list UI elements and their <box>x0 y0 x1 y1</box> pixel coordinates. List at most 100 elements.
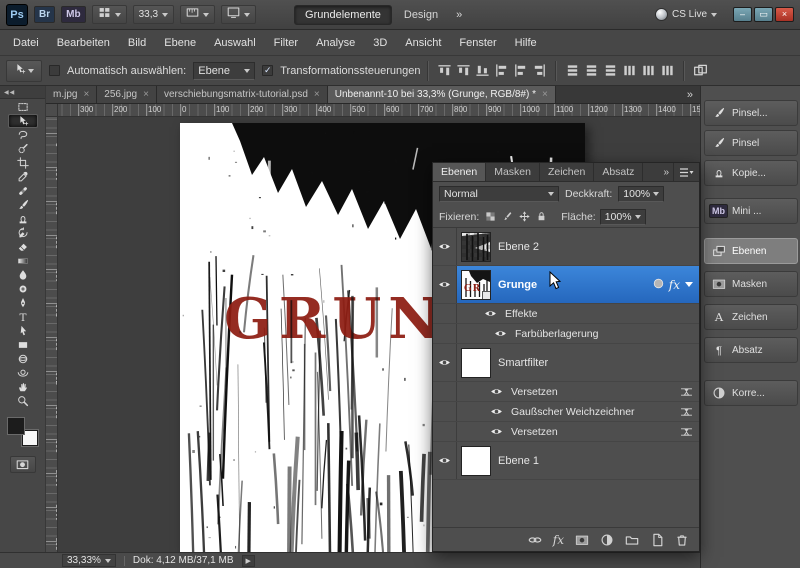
visibility-toggle[interactable] <box>433 344 457 381</box>
minimize-button[interactable]: – <box>733 7 752 22</box>
filter-blend-options-icon[interactable] <box>680 387 699 397</box>
visibility-toggle[interactable] <box>483 309 498 318</box>
menu-ansicht[interactable]: Ansicht <box>396 32 450 54</box>
dock-button-ebenen[interactable]: Ebenen <box>704 238 798 264</box>
menu-auswahl[interactable]: Auswahl <box>205 32 265 54</box>
collapse-effects-icon[interactable] <box>685 282 693 287</box>
dock-button-absatz[interactable]: ¶ Absatz <box>704 337 798 363</box>
visibility-toggle[interactable] <box>433 402 457 421</box>
layer-thumbnail[interactable] <box>461 347 491 378</box>
cs-live-button[interactable]: CS Live <box>651 8 721 21</box>
foreground-color-swatch[interactable] <box>7 418 24 434</box>
effect-name[interactable]: Farbüberlagerung <box>515 328 598 340</box>
layer-row-smartfilter[interactable]: Smartfilter <box>433 344 699 382</box>
layer-thumbnail[interactable] <box>461 231 491 262</box>
ruler-corner[interactable] <box>46 104 58 117</box>
visibility-toggle[interactable] <box>433 266 457 303</box>
delete-layer-icon[interactable] <box>675 533 689 547</box>
eraser-tool[interactable] <box>8 240 38 254</box>
dock-button-korre[interactable]: Korre... <box>704 380 798 406</box>
visibility-toggle[interactable] <box>493 329 508 338</box>
visibility-toggle[interactable] <box>489 407 504 416</box>
panel-tab-ebenen[interactable]: Ebenen <box>433 163 487 181</box>
fx-badge[interactable]: fx <box>669 278 680 292</box>
filter-name[interactable]: Versetzen <box>511 386 558 398</box>
layer-row-versetzen[interactable]: Versetzen <box>433 422 699 442</box>
dock-button-pinsel[interactable]: Pinsel <box>704 130 798 156</box>
filter-blend-options-icon[interactable] <box>680 427 699 437</box>
background-color-swatch[interactable] <box>21 430 38 446</box>
align-top-edges-icon[interactable] <box>435 62 453 79</box>
layer-row-effekte[interactable]: Effekte <box>433 304 699 324</box>
clone-stamp-tool[interactable] <box>8 212 38 226</box>
panel-tab-zeichen[interactable]: Zeichen <box>540 163 595 181</box>
layer-name[interactable]: Ebene 1 <box>498 455 539 467</box>
menu-fenster[interactable]: Fenster <box>450 32 505 54</box>
quick-mask-button[interactable] <box>9 456 36 473</box>
align-right-edges-icon[interactable] <box>530 62 548 79</box>
align-vertical-centers-icon[interactable] <box>454 62 472 79</box>
distribute-vertical-centers-icon[interactable] <box>582 62 600 79</box>
new-group-icon[interactable] <box>625 533 639 547</box>
rectangular-marquee-tool[interactable] <box>8 100 38 114</box>
layer-name[interactable]: Grunge <box>498 279 537 291</box>
layer-row-ebene-1[interactable]: Ebene 1 <box>433 442 699 480</box>
align-left-edges-icon[interactable] <box>492 62 510 79</box>
layer-row-grunge[interactable]: GR Grunge fx <box>433 266 699 304</box>
spot-healing-brush-tool[interactable] <box>8 184 38 198</box>
lock-position-icon[interactable] <box>517 209 532 224</box>
menu-ebene[interactable]: Ebene <box>155 32 205 54</box>
document-tab-verschiebungsmatrix-tutorial-psd[interactable]: verschiebungsmatrix-tutorial.psd × <box>156 86 328 103</box>
panel-tab-absatz[interactable]: Absatz <box>594 163 644 181</box>
lock-pixels-icon[interactable] <box>500 209 515 224</box>
document-tab-unbenannt-10-bei-33-3-grunge-rgb-8[interactable]: Unbenannt-10 bei 33,3% (Grunge, RGB/8#) … <box>327 86 556 103</box>
visibility-toggle[interactable] <box>433 442 457 479</box>
arrange-documents-button[interactable] <box>91 5 127 24</box>
distribute-right-edges-icon[interactable] <box>658 62 676 79</box>
new-layer-icon[interactable] <box>650 533 664 547</box>
visibility-toggle[interactable] <box>489 387 504 396</box>
visibility-toggle[interactable] <box>433 382 457 401</box>
zoom-level-dropdown[interactable]: 33,3 <box>132 5 175 24</box>
menu-bearbeiten[interactable]: Bearbeiten <box>48 32 119 54</box>
workspace-grundelemente-button[interactable]: Grundelemente <box>294 4 392 25</box>
layer-thumbnail[interactable] <box>461 445 491 476</box>
dock-button-zeichen[interactable]: A Zeichen <box>704 304 798 330</box>
collapse-tools-icon[interactable]: ◀◀ <box>0 86 45 99</box>
rectangle-tool[interactable] <box>8 338 38 352</box>
panel-tab-masken[interactable]: Masken <box>486 163 540 181</box>
zoom-field[interactable]: 33,33% <box>62 554 116 567</box>
document-tab-256-jpg[interactable]: 256.jpg × <box>97 86 157 103</box>
auto-select-checkbox[interactable] <box>49 65 60 76</box>
tabs-overflow-icon[interactable]: » <box>680 86 700 103</box>
brush-tool[interactable] <box>8 198 38 212</box>
visibility-toggle[interactable] <box>433 324 457 343</box>
menu-bild[interactable]: Bild <box>119 32 155 54</box>
visibility-toggle[interactable] <box>433 422 457 441</box>
history-brush-tool[interactable] <box>8 226 38 240</box>
menu-hilfe[interactable]: Hilfe <box>506 32 546 54</box>
collapse-panel-icon[interactable]: » <box>659 163 673 181</box>
opacity-field[interactable]: 100% <box>618 186 665 202</box>
gradient-tool[interactable] <box>8 254 38 268</box>
layer-name[interactable]: Ebene 2 <box>498 241 539 253</box>
distribute-top-edges-icon[interactable] <box>563 62 581 79</box>
dock-button-mini[interactable]: Mb Mini ... <box>704 198 798 224</box>
lock-transparency-icon[interactable] <box>483 209 498 224</box>
effects-name[interactable]: Effekte <box>505 308 538 320</box>
lasso-tool[interactable] <box>8 128 38 142</box>
layer-row-ebene-2[interactable]: Ebene 2 <box>433 228 699 266</box>
dock-button-kopie[interactable]: Kopie... <box>704 160 798 186</box>
bridge-button[interactable]: Br <box>34 6 56 23</box>
type-tool[interactable]: T <box>8 310 38 324</box>
document-tab-m-jpg[interactable]: m.jpg × <box>46 86 98 103</box>
tab-close-icon[interactable]: × <box>143 89 149 100</box>
menu-3d[interactable]: 3D <box>364 32 396 54</box>
status-options-button[interactable]: ▶ <box>241 554 255 567</box>
zoom-tool[interactable] <box>8 394 38 408</box>
layer-name[interactable]: Smartfilter <box>498 357 548 369</box>
pen-tool[interactable] <box>8 296 38 310</box>
distribute-horizontal-centers-icon[interactable] <box>639 62 657 79</box>
close-button[interactable]: × <box>775 7 794 22</box>
visibility-toggle[interactable] <box>489 427 504 436</box>
